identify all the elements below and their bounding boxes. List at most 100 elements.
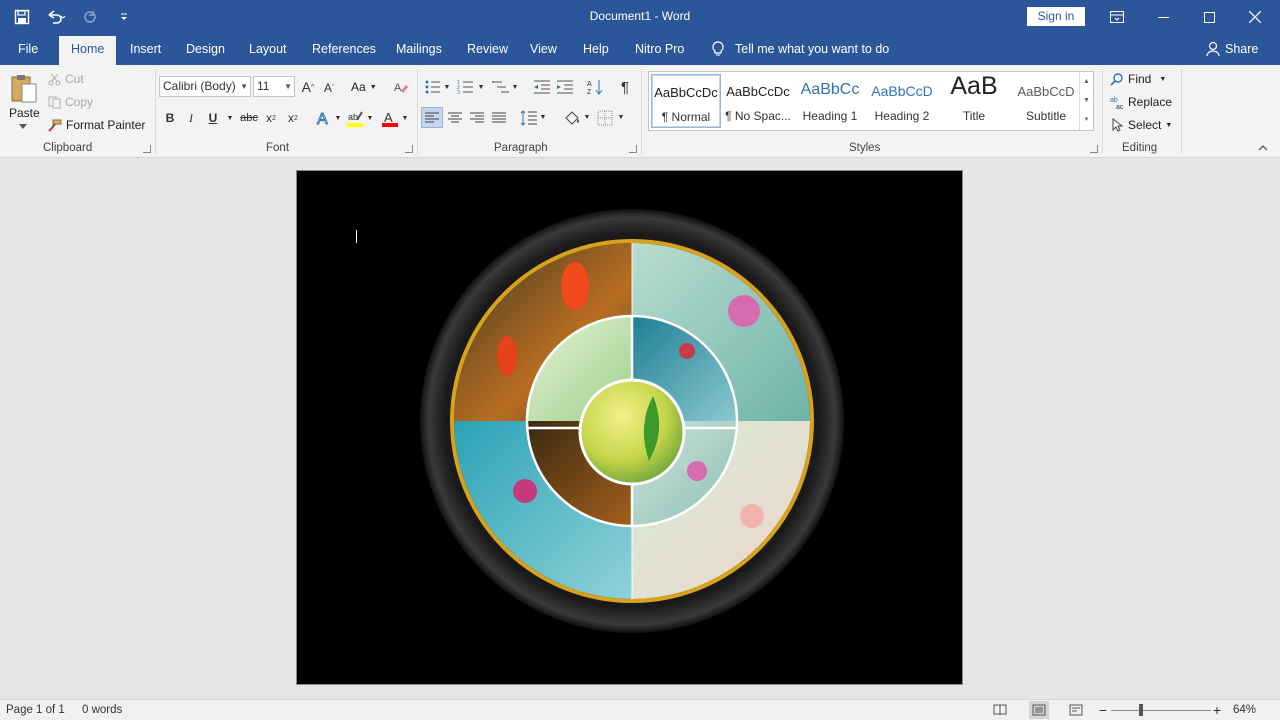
superscript-button[interactable]: x2: [284, 109, 302, 127]
numbering-button[interactable]: 123: [456, 77, 476, 97]
zoom-slider-thumb[interactable]: [1139, 704, 1143, 716]
document-area[interactable]: [0, 158, 1280, 699]
print-layout-button[interactable]: [1029, 701, 1049, 719]
zoom-out-icon[interactable]: −: [1097, 702, 1109, 718]
close-button[interactable]: [1232, 0, 1278, 34]
text-effects-button[interactable]: A: [314, 108, 334, 128]
tab-nitro-pro[interactable]: Nitro Pro: [635, 42, 684, 56]
maximize-button[interactable]: [1186, 0, 1232, 34]
styles-gallery: AaBbCcDc ¶ Normal AaBbCcDc ¶ No Spac... …: [648, 71, 1094, 131]
page-count[interactable]: Page 1 of 1: [6, 704, 65, 716]
bold-button[interactable]: B: [162, 109, 178, 127]
style-heading-2[interactable]: AaBbCcD Heading 2: [867, 74, 937, 128]
align-right-button[interactable]: [466, 107, 488, 128]
multilevel-list-button[interactable]: [491, 77, 511, 97]
style-normal[interactable]: AaBbCcDc ¶ Normal: [651, 74, 721, 128]
styles-gallery-scroll[interactable]: ▲ ▼ ▾: [1079, 72, 1093, 130]
align-left-button[interactable]: [421, 107, 443, 128]
tab-view[interactable]: View: [530, 42, 557, 56]
bullets-button[interactable]: [423, 77, 443, 97]
italic-button[interactable]: I: [183, 109, 199, 127]
tab-help[interactable]: Help: [583, 42, 609, 56]
tab-layout[interactable]: Layout: [249, 42, 287, 56]
zoom-slider-track[interactable]: [1111, 710, 1211, 711]
font-color-button[interactable]: A: [380, 108, 400, 128]
font-launcher-icon[interactable]: [405, 145, 413, 153]
paste-button[interactable]: [8, 72, 40, 106]
tell-me-search[interactable]: Tell me what you want to do: [711, 41, 889, 57]
decrease-indent-button[interactable]: [532, 77, 552, 97]
tab-home[interactable]: Home: [59, 36, 117, 65]
borders-button[interactable]: [595, 107, 615, 128]
bullets-dropdown-icon[interactable]: ▼: [443, 77, 451, 97]
share-button[interactable]: Share: [1206, 41, 1258, 56]
chevron-down-icon[interactable]: ▼: [1080, 91, 1093, 110]
font-color-dropdown-icon[interactable]: ▼: [401, 109, 409, 127]
chevron-up-icon[interactable]: ▲: [1080, 72, 1093, 91]
paste-dropdown-icon[interactable]: [17, 121, 29, 131]
select-button[interactable]: Select ▼: [1110, 118, 1172, 132]
tab-references[interactable]: References: [312, 42, 376, 56]
font-size-dropdown-icon[interactable]: ▼: [284, 77, 292, 96]
borders-dropdown-icon[interactable]: ▼: [617, 107, 625, 128]
font-name-combo[interactable]: Calibri (Body) ▼: [159, 76, 251, 97]
find-button[interactable]: Find ▼: [1110, 72, 1166, 86]
subscript-button[interactable]: x2: [262, 109, 280, 127]
format-painter-button[interactable]: Format Painter: [48, 118, 145, 132]
tab-file[interactable]: File: [18, 42, 38, 56]
tab-insert[interactable]: Insert: [130, 42, 161, 56]
word-count[interactable]: 0 words: [82, 704, 122, 716]
multilevel-dropdown-icon[interactable]: ▼: [511, 77, 519, 97]
clipboard-launcher-icon[interactable]: [143, 145, 151, 153]
grow-font-icon[interactable]: A ^: [299, 77, 317, 97]
document-page[interactable]: [296, 170, 963, 685]
increase-indent-button[interactable]: [555, 77, 575, 97]
align-center-button[interactable]: [444, 107, 466, 128]
justify-button[interactable]: [488, 107, 510, 128]
copy-button[interactable]: Copy: [48, 95, 93, 109]
style-no-spacing[interactable]: AaBbCcDc ¶ No Spac...: [723, 74, 793, 128]
change-case-button[interactable]: Aa ▼: [351, 80, 377, 94]
line-spacing-dropdown-icon[interactable]: ▼: [539, 107, 547, 128]
numbering-dropdown-icon[interactable]: ▼: [477, 77, 485, 97]
show-formatting-marks-icon[interactable]: ¶: [615, 77, 635, 97]
font-name-dropdown-icon[interactable]: ▼: [240, 77, 248, 96]
replace-button[interactable]: ab ac Replace: [1110, 95, 1172, 109]
tab-design[interactable]: Design: [186, 42, 225, 56]
line-spacing-button[interactable]: [519, 107, 539, 128]
sort-button[interactable]: AZ: [585, 77, 605, 97]
font-size-combo[interactable]: 11 ▼: [253, 76, 295, 97]
zoom-level[interactable]: 64%: [1233, 704, 1256, 716]
shrink-font-icon[interactable]: Aˇ: [321, 79, 337, 97]
shading-dropdown-icon[interactable]: ▼: [583, 107, 591, 128]
clear-formatting-button[interactable]: A: [392, 78, 410, 96]
style-title[interactable]: AaB Title: [939, 72, 1009, 128]
text-effects-dropdown-icon[interactable]: ▼: [334, 109, 342, 127]
paragraph-launcher-icon[interactable]: [629, 145, 637, 153]
clipboard-icon: [11, 75, 37, 103]
zoom-in-icon[interactable]: +: [1211, 702, 1223, 718]
cut-button[interactable]: Cut: [48, 72, 84, 86]
paste-label[interactable]: Paste: [9, 106, 40, 120]
more-styles-icon[interactable]: ▾: [1080, 110, 1093, 129]
highlight-dropdown-icon[interactable]: ▼: [366, 109, 374, 127]
tab-mailings[interactable]: Mailings: [396, 42, 442, 56]
styles-launcher-icon[interactable]: [1090, 145, 1098, 153]
clipboard-group-label: Clipboard: [43, 142, 93, 154]
collapse-ribbon-button[interactable]: [1256, 143, 1270, 153]
ribbon-display-options-button[interactable]: [1094, 0, 1140, 34]
tab-review[interactable]: Review: [467, 42, 508, 56]
highlight-color-button[interactable]: ab: [345, 108, 365, 128]
sign-in-button[interactable]: Sign in: [1027, 7, 1085, 26]
style-subtitle[interactable]: AaBbCcD Subtitle: [1011, 74, 1081, 128]
style-heading-1[interactable]: AaBbCc Heading 1: [795, 74, 865, 128]
circular-photo-collage[interactable]: [297, 171, 964, 686]
read-mode-button[interactable]: [992, 703, 1008, 717]
underline-dropdown-icon[interactable]: ▼: [225, 109, 235, 127]
minimize-button[interactable]: [1140, 0, 1186, 34]
web-layout-button[interactable]: [1068, 703, 1084, 717]
change-case-dropdown-icon: ▼: [369, 83, 377, 91]
underline-button[interactable]: U: [205, 109, 221, 127]
shading-button[interactable]: [561, 107, 583, 128]
strikethrough-button[interactable]: abc: [239, 109, 259, 127]
